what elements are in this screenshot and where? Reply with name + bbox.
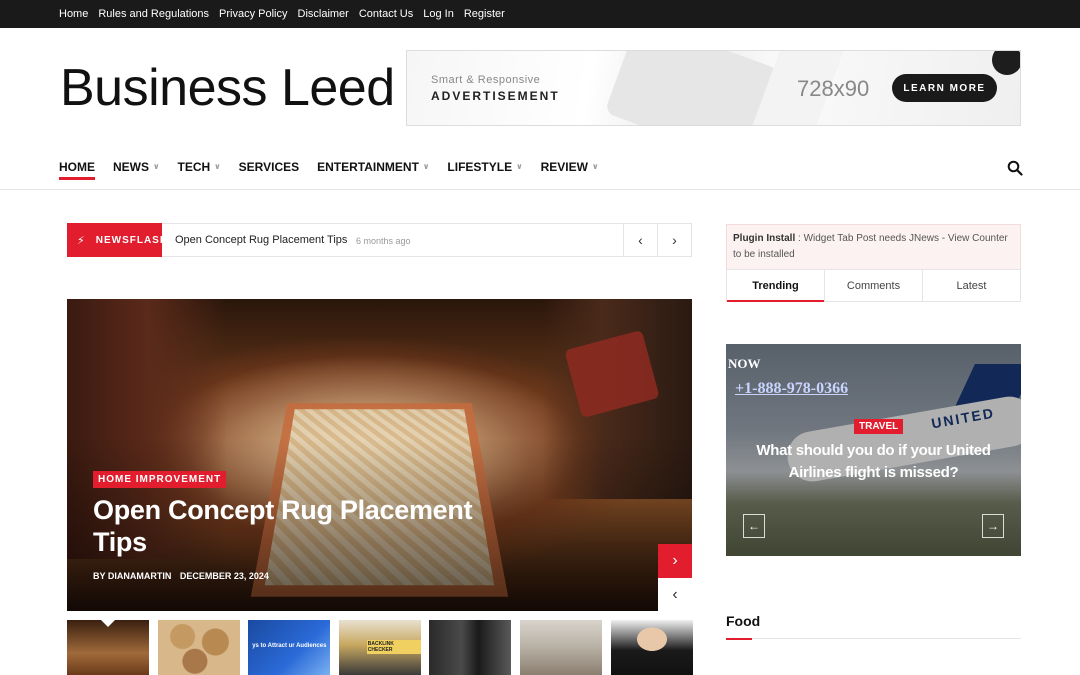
nav-label: TECH (177, 160, 211, 174)
arrow-right-icon[interactable]: → (982, 514, 1004, 538)
main-nav: HOME NEWS ∨ TECH ∨ SERVICES ENTERTAINMENT ∨… (59, 152, 616, 182)
newsflash-controls: ‹ › (623, 224, 691, 256)
ad-title: ADVERTISEMENT (431, 89, 560, 103)
tab-latest[interactable]: Latest (923, 270, 1020, 301)
ad-decoration (604, 51, 780, 125)
slider-next-button[interactable]: › (658, 544, 692, 578)
card-title[interactable]: What should you do if your United Airlin… (746, 440, 1001, 484)
newsflash-bar: ⚡ NEWSFLASH Open Concept Rug Placement Ti… (67, 223, 692, 257)
nav-tech[interactable]: TECH ∨ (178, 152, 221, 180)
nav-label: ENTERTAINMENT (317, 160, 419, 174)
nav-services[interactable]: SERVICES (239, 152, 299, 180)
card-overlay-now: NOW (728, 356, 761, 371)
top-link-disclaimer[interactable]: Disclaimer (298, 8, 349, 20)
sidebar-post-card[interactable]: UNITED NOW +1-888-978-0366 TRAVEL What s… (726, 344, 1021, 556)
chevron-right-icon[interactable]: › (657, 224, 691, 256)
nav-lifestyle[interactable]: LIFESTYLE ∨ (447, 152, 522, 180)
chevron-down-icon: ∨ (591, 162, 599, 171)
chevron-down-icon: ∨ (214, 162, 221, 171)
top-link-register[interactable]: Register (464, 8, 505, 20)
thumbnail-text: ys to Attract ur Audiences (252, 643, 327, 649)
top-link-privacy[interactable]: Privacy Policy (219, 8, 287, 20)
newsflash-time: 6 months ago (356, 236, 411, 246)
card-overlay-phone: +1-888-978-0366 (735, 380, 849, 397)
hero-author[interactable]: BY DIANAMARTIN (93, 571, 171, 581)
hero-title[interactable]: Open Concept Rug Placement Tips (93, 494, 493, 558)
newsflash-label-text: NEWSFLASH (95, 234, 169, 246)
chevron-left-icon[interactable]: ‹ (623, 224, 657, 256)
tab-trending[interactable]: Trending (727, 270, 825, 302)
plugin-notice-strong[interactable]: Plugin Install (733, 233, 795, 244)
nav-divider (0, 189, 1080, 190)
nav-news[interactable]: NEWS ∨ (113, 152, 160, 180)
site-logo[interactable]: Business Leed (60, 58, 395, 118)
plugin-notice: Plugin Install : Widget Tab Post needs J… (726, 224, 1021, 270)
section-title-food: Food (726, 613, 761, 629)
nav-label: LIFESTYLE (447, 160, 513, 174)
hero-category-badge[interactable]: HOME IMPROVEMENT (93, 471, 227, 488)
top-bar: Home Rules and Regulations Privacy Polic… (0, 0, 1080, 28)
thumbnail-rug[interactable] (67, 620, 149, 675)
chevron-down-icon: ∨ (422, 162, 430, 171)
hero-meta: BY DIANAMARTIN DECEMBER 23, 2024 (93, 571, 275, 581)
newsflash-title[interactable]: Open Concept Rug Placement Tips (175, 234, 347, 246)
nav-review[interactable]: REVIEW ∨ (541, 152, 599, 180)
ad-decoration (992, 51, 1020, 75)
tab-comments[interactable]: Comments (825, 270, 923, 301)
hero-date: DECEMBER 23, 2024 (179, 571, 269, 581)
slider-thumbnails: ys to Attract ur Audiences BACKLINK CHEC… (67, 620, 701, 675)
chevron-down-icon: ∨ (516, 162, 523, 171)
top-link-home[interactable]: Home (59, 8, 88, 20)
top-link-contact[interactable]: Contact Us (359, 8, 413, 20)
nav-label: REVIEW (540, 160, 588, 174)
thumbnail-potatoes[interactable] (157, 620, 240, 675)
ad-subtitle: Smart & Responsive (431, 74, 541, 86)
hero-slider[interactable]: HOME IMPROVEMENT Open Concept Rug Placem… (67, 299, 692, 611)
nav-entertainment[interactable]: ENTERTAINMENT ∨ (317, 152, 429, 180)
thumbnail-audience[interactable]: ys to Attract ur Audiences (248, 620, 331, 675)
hero-shade (67, 299, 692, 611)
thumbnail-person[interactable] (610, 620, 693, 675)
arrow-left-icon[interactable]: ← (743, 514, 765, 538)
newsflash-label: ⚡ NEWSFLASH (67, 223, 167, 257)
search-icon[interactable] (1007, 160, 1023, 176)
nav-label: NEWS (113, 160, 149, 174)
nav-label: HOME (59, 160, 95, 174)
thumbnail-backlink[interactable]: BACKLINK CHECKER (338, 620, 421, 675)
nav-label: SERVICES (238, 160, 300, 174)
card-category-badge[interactable]: TRAVEL (854, 419, 904, 434)
thumbnail-bedroom[interactable] (519, 620, 602, 675)
nav-home[interactable]: HOME (59, 152, 95, 180)
top-link-login[interactable]: Log In (423, 8, 454, 20)
ad-learn-more-button[interactable]: LEARN MORE (892, 74, 997, 102)
ad-size: 728x90 (797, 76, 870, 101)
slider-prev-button[interactable]: ‹ (658, 578, 692, 612)
thumbnail-text: BACKLINK CHECKER (366, 640, 421, 654)
ad-banner[interactable]: Smart & Responsive ADVERTISEMENT 728x90 … (406, 50, 1021, 126)
bolt-icon: ⚡ (77, 234, 86, 247)
chevron-down-icon: ∨ (153, 162, 160, 171)
section-divider (726, 638, 1021, 640)
sidebar-tabs: Trending Comments Latest (726, 269, 1021, 302)
top-link-rules[interactable]: Rules and Regulations (98, 8, 209, 20)
thumbnail-jackets[interactable] (429, 620, 512, 675)
top-links: Home Rules and Regulations Privacy Polic… (59, 0, 515, 28)
